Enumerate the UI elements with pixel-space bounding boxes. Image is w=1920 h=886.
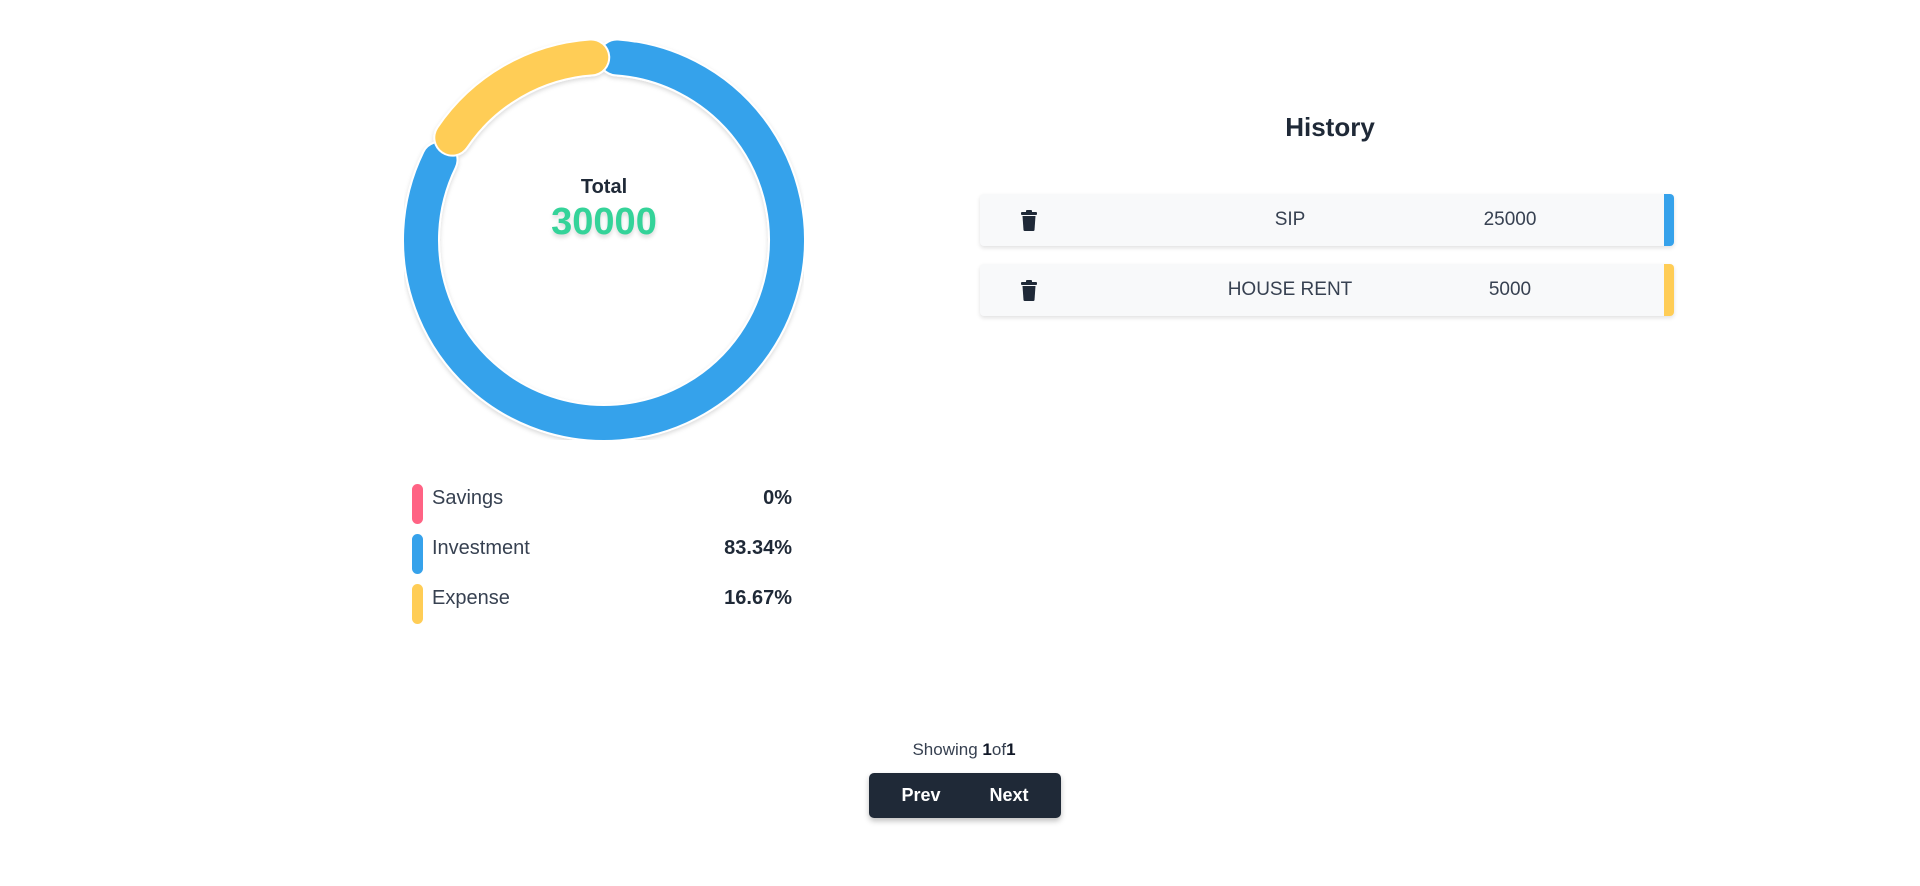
legend-swatch	[412, 584, 423, 624]
pagination-controls: Prev Next	[869, 773, 1061, 818]
total-pages: 1	[1006, 740, 1016, 759]
legend-label: Investment	[432, 537, 530, 559]
total-value: 30000	[551, 201, 657, 243]
history-item-name: HOUSE RENT	[1227, 279, 1353, 300]
next-button[interactable]: Next	[965, 773, 1061, 818]
legend-label: Expense	[432, 587, 510, 609]
legend: Savings 0% Investment 83.34% Expense 16.…	[412, 484, 792, 634]
legend-item-savings: Savings 0%	[412, 484, 792, 534]
legend-label: Savings	[432, 487, 504, 509]
history-item-color-bar	[1664, 264, 1674, 316]
history-item-name: SIP	[1274, 209, 1306, 230]
legend-item-investment: Investment 83.34%	[412, 534, 792, 584]
history-list: SIP 25000 HOUSE RENT 5000	[980, 194, 1674, 334]
donut-chart: Total 30000	[404, 40, 804, 440]
legend-value: 83.34%	[724, 537, 792, 559]
legend-value: 16.67%	[724, 587, 792, 609]
donut-center: Total 30000	[404, 10, 804, 410]
history-item: HOUSE RENT 5000	[980, 264, 1674, 316]
history-title: History	[1285, 112, 1375, 142]
trash-icon[interactable]	[1018, 208, 1040, 232]
history-item-amount: 5000	[1488, 279, 1532, 300]
legend-value: 0%	[763, 487, 792, 509]
history-item-amount: 25000	[1483, 209, 1537, 230]
current-page: 1	[982, 740, 992, 759]
total-label: Total	[580, 176, 628, 198]
of-label: of	[991, 740, 1007, 759]
legend-item-expense: Expense 16.67%	[412, 584, 792, 634]
history-item: SIP 25000	[980, 194, 1674, 246]
history-item-color-bar	[1664, 194, 1674, 246]
page: Total 30000 Savings 0% Investment 83.34%…	[0, 0, 1920, 886]
trash-icon[interactable]	[1018, 278, 1040, 302]
legend-swatch	[412, 484, 423, 524]
pagination-status: Showing 1of1	[0, 740, 1920, 760]
legend-swatch	[412, 534, 423, 574]
showing-label: Showing	[912, 740, 978, 759]
prev-button[interactable]: Prev	[869, 773, 965, 818]
